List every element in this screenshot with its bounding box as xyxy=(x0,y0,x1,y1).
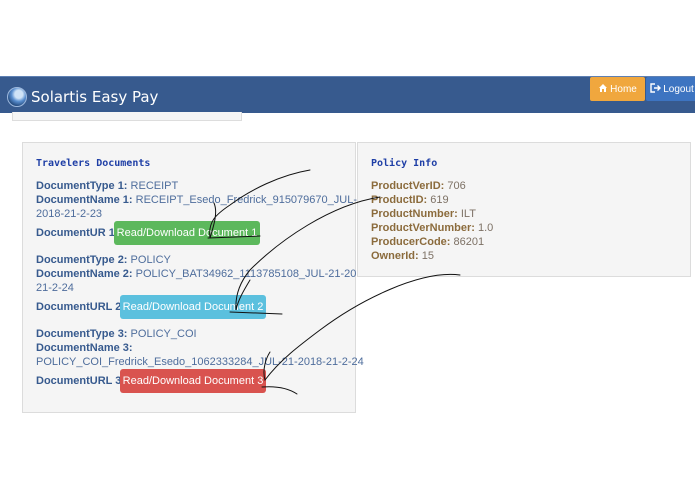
brand-title: Solartis Easy Pay xyxy=(31,88,159,106)
travelers-documents-panel: Travelers Documents DocumentType 1: RECE… xyxy=(22,142,373,413)
top-navbar: Solartis Easy Pay Home Logout xyxy=(0,76,695,113)
policy-field-row: ProductNumber: ILT xyxy=(371,208,476,220)
read-download-document-3-button[interactable]: Read/Download Document 3 xyxy=(120,369,266,393)
document-type-row: DocumentType 1: RECEIPT xyxy=(36,180,179,192)
document-type-row: DocumentType 2: POLICY xyxy=(36,254,171,266)
document-name-row: DocumentName 1: RECEIPT_Esedo_Fredrick_9… xyxy=(36,194,373,206)
document-name-continued: 2018-21-2-23 xyxy=(36,208,103,220)
read-download-document-1-button[interactable]: Read/Download Document 1 xyxy=(114,221,260,245)
policy-field-row: ProductVerNumber: 1.0 xyxy=(371,222,494,234)
policy-field-row: ProducerCode: 86201 xyxy=(371,236,485,248)
home-button[interactable]: Home xyxy=(590,77,645,101)
travelers-documents-title: Travelers Documents xyxy=(36,158,151,169)
collapsed-panel xyxy=(12,112,242,121)
document-url-label: DocumentURL 2: xyxy=(36,301,126,313)
policy-info-title: Policy Info xyxy=(371,158,438,169)
logout-icon xyxy=(650,82,662,96)
logout-button[interactable]: Logout xyxy=(646,77,695,101)
policy-field-row: OwnerId: 15 xyxy=(371,250,434,262)
document-url-label: DocumentURL 3: xyxy=(36,375,126,387)
document-name-row: DocumentName 2: POLICY_BAT34962_11137851… xyxy=(36,268,373,280)
document-url-label: DocumentUR 1: xyxy=(36,227,119,239)
policy-field-row: ProductVerID: 706 xyxy=(371,180,466,192)
read-download-document-2-button[interactable]: Read/Download Document 2 xyxy=(120,295,266,319)
brand-logo-icon xyxy=(7,87,27,107)
policy-field-row: ProductID: 619 xyxy=(371,194,449,206)
brand[interactable]: Solartis Easy Pay xyxy=(7,86,158,108)
document-name-continued: POLICY_COI_Fredrick_Esedo_1062333284_JUL… xyxy=(36,356,364,368)
document-name-continued: 21-2-24 xyxy=(36,282,74,294)
document-name-row: DocumentName 3: xyxy=(36,342,133,354)
home-button-label: Home xyxy=(610,83,637,95)
home-icon xyxy=(598,83,608,96)
document-type-row: DocumentType 3: POLICY_COI xyxy=(36,328,197,340)
logout-button-label: Logout xyxy=(663,83,694,95)
policy-info-panel: Policy Info ProductVerID: 706 ProductID:… xyxy=(357,142,691,277)
